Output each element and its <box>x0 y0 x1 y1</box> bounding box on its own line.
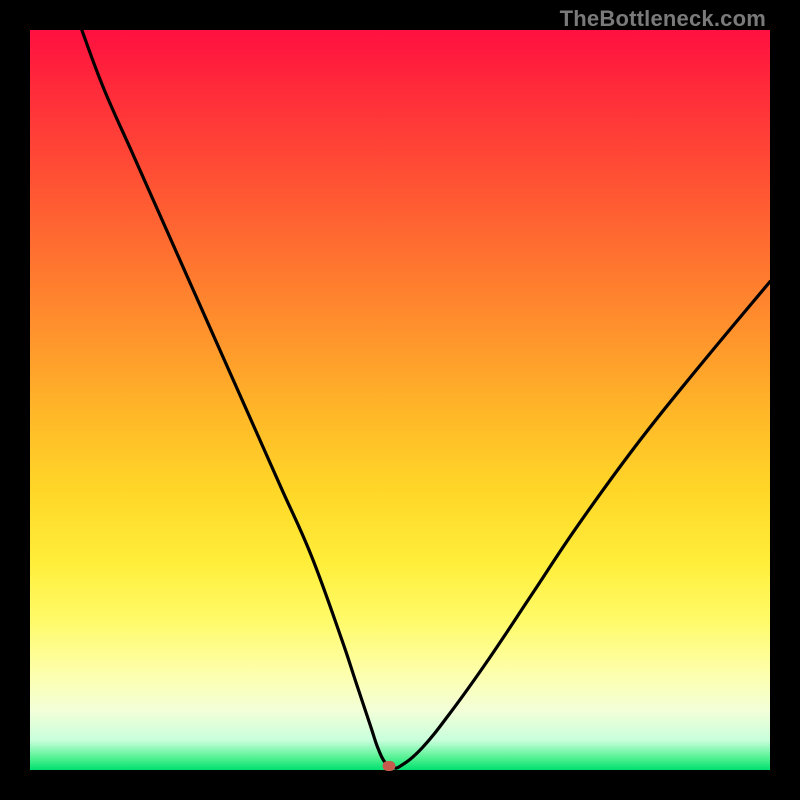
optimum-marker <box>382 761 395 771</box>
plot-area <box>30 30 770 770</box>
chart-frame: TheBottleneck.com <box>0 0 800 800</box>
watermark-text: TheBottleneck.com <box>560 6 766 32</box>
bottleneck-curve <box>30 30 770 770</box>
